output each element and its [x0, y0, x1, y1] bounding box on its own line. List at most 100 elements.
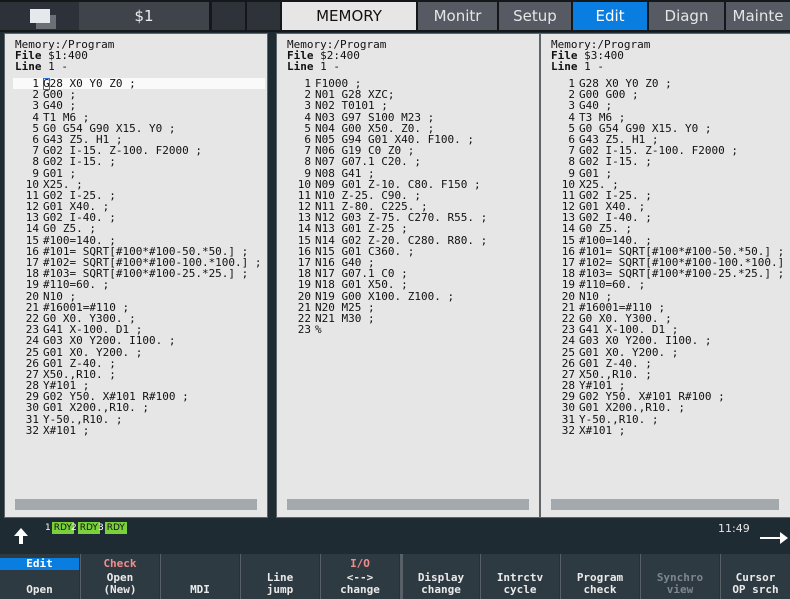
program-line[interactable]: 25 G01 X0. Y200. ;: [545, 345, 790, 359]
line-row: Line 1 -: [551, 60, 604, 73]
program-line[interactable]: 3 G40 ;: [9, 100, 262, 111]
line-code: X#101 ;: [579, 423, 626, 437]
menu-open-new-button[interactable]: Check Open (New): [80, 554, 159, 599]
program-lines[interactable]: 1 G28 X0 Y0 Z0 ; 2 G00 ; 3 G40 ; 4 T1 M6 ; 5 G0 G…: [9, 78, 262, 436]
horizontal-scrollbar[interactable]: [15, 499, 257, 510]
system-name: $1: [79, 2, 209, 30]
program-line[interactable]: 21 N20 M25 ;: [281, 302, 487, 313]
line-number: 30: [561, 401, 575, 415]
line-code: N08 G41 ;: [315, 166, 375, 180]
line-code: G02 I-15. ;: [579, 155, 652, 169]
menu-open-button[interactable]: Edit Open: [0, 554, 79, 599]
program-line[interactable]: 3 G40 ;: [545, 100, 790, 111]
tab-maintenance[interactable]: Mainte: [726, 2, 790, 30]
rdy-indicator: 2 RDY: [71, 522, 100, 534]
line-number: 9: [32, 166, 39, 180]
program-line[interactable]: 32 X#101 ;: [545, 425, 790, 436]
menu-program-check-button[interactable]: Program check: [560, 554, 639, 599]
tab-setup[interactable]: Setup: [499, 2, 571, 30]
program-line[interactable]: 19 N18 G01 X50. ;: [281, 279, 487, 290]
line-row: Line 1 -: [15, 60, 68, 73]
line-number: 14: [561, 222, 575, 236]
tab-diagnosis[interactable]: Diagn: [649, 2, 724, 30]
horizontal-scrollbar[interactable]: [287, 499, 529, 510]
line-code: N02 T0101 ;: [315, 99, 388, 113]
program-lines[interactable]: 1 F1000 ; 2 N01 G28 XZC; 3 N02 T0101 ; 4 N03 G9…: [281, 78, 487, 335]
program-line[interactable]: 19 #110=60. ;: [9, 279, 262, 290]
line-number: 3: [568, 99, 575, 113]
program-lines[interactable]: 1 G28 X0 Y0 Z0 ; 2 G00 G00 ; 3 G40 ; 4 T3 M6 ; 5…: [545, 78, 790, 436]
line-number: 19: [561, 278, 575, 292]
line-code: G03 X0 Y200. I100. ;: [43, 334, 176, 348]
line-code: G01 ;: [579, 166, 613, 180]
line-number: 32: [25, 423, 39, 437]
program-line[interactable]: 8 G02 I-15. ;: [545, 156, 790, 167]
line-code: G40 ;: [43, 99, 77, 113]
line-number: 14: [297, 222, 311, 236]
program-line[interactable]: 9 G01 ;: [9, 166, 262, 180]
program-line[interactable]: 30 G01 X200.,R10. ;: [9, 402, 262, 413]
program-line[interactable]: 22 N21 M30 ;: [281, 313, 487, 324]
line-number: 32: [561, 423, 575, 437]
line-row: Line 1 -: [287, 60, 340, 73]
line-code: G01 X200.,R10. ;: [579, 401, 685, 415]
program-panel-2[interactable]: Memory:/Program File $2:400 Line 1 - 1 F1…: [276, 33, 540, 518]
program-line[interactable]: 14 G0 Z5. ;: [9, 223, 262, 234]
line-code: X#101 ;: [43, 423, 90, 437]
right-arrow-icon[interactable]: [760, 531, 788, 545]
status-slot: [212, 2, 245, 30]
operation-mode: MEMORY: [282, 2, 416, 30]
tab-edit[interactable]: Edit: [573, 2, 647, 30]
program-line[interactable]: 16 N15 G01 C360. ;: [281, 246, 487, 257]
line-code: G01 X200.,R10. ;: [43, 401, 149, 415]
rdy-indicator: 3 RDY: [98, 522, 127, 534]
line-number: 14: [25, 222, 39, 236]
program-line[interactable]: 14 N13 G01 Z-25 ;: [281, 223, 487, 234]
program-line[interactable]: 14 G0 Z5. ;: [545, 223, 790, 234]
menu-display-change-button[interactable]: Display change: [400, 554, 479, 599]
line-number: 19: [297, 278, 311, 292]
line-code: G01 X0. Y200. ;: [579, 345, 679, 359]
program-line[interactable]: 19 #110=60. ;: [545, 279, 790, 290]
program-line[interactable]: 20 N19 G00 X100. Z100. ;: [281, 290, 487, 302]
program-line[interactable]: 24 G03 X0 Y200. I100. ;: [9, 335, 262, 346]
menu-line-jump-button[interactable]: Line jump: [240, 554, 319, 599]
program-panel-3[interactable]: Memory:/Program File $3:400 Line 1 - 1 G2…: [540, 33, 790, 518]
menu-io-change-button[interactable]: I/O <--> change: [320, 554, 399, 599]
program-line[interactable]: 8 N07 G07.1 C20. ;: [281, 156, 487, 167]
program-line[interactable]: 8 G02 I-15. ;: [9, 156, 262, 167]
program-line[interactable]: 24 G03 X0 Y200. I100. ;: [545, 335, 790, 346]
program-panel-1[interactable]: Memory:/Program File $1:400 Line 1 - 1 G2…: [4, 33, 268, 518]
up-arrow-icon[interactable]: [12, 527, 30, 545]
line-number: 8: [304, 155, 311, 169]
line-code: N21 M30 ;: [315, 311, 375, 325]
line-number: 24: [25, 334, 39, 348]
line-code: G02 I-15. ;: [43, 155, 116, 169]
line-number: 3: [32, 99, 39, 113]
program-line[interactable]: 32 X#101 ;: [9, 425, 262, 436]
program-line[interactable]: 9 G01 ;: [545, 166, 790, 180]
status-slot: [247, 2, 280, 30]
tab-monitor[interactable]: Monitr: [418, 2, 497, 30]
line-number: 9: [568, 166, 575, 180]
logo-icon: [0, 2, 79, 30]
line-code: G0 Z5. ;: [579, 222, 632, 236]
menu-interactive-cycle-button[interactable]: Intrctv cycle: [480, 554, 559, 599]
program-line[interactable]: 3 N02 T0101 ;: [281, 100, 487, 111]
line-code: G0 Z5. ;: [43, 222, 96, 236]
line-number: 30: [25, 401, 39, 415]
program-line[interactable]: 23%: [281, 324, 487, 335]
line-number: 23: [297, 323, 311, 337]
menu-synchro-view-button[interactable]: Synchro view: [640, 554, 719, 599]
horizontal-scrollbar[interactable]: [551, 499, 779, 510]
line-number: 25: [561, 345, 575, 359]
program-line[interactable]: 25 G01 X0. Y200. ;: [9, 346, 262, 358]
program-line[interactable]: 9 N08 G41 ;: [281, 166, 487, 180]
line-code: #110=60. ;: [43, 278, 110, 292]
menu-mdi-button[interactable]: MDI: [160, 554, 239, 599]
program-line[interactable]: 30 G01 X200.,R10. ;: [545, 402, 790, 413]
menu-cursor-op-search-button[interactable]: Cursor OP srch: [720, 554, 790, 599]
line-number: 24: [561, 334, 575, 348]
line-code: G40 ;: [579, 99, 613, 113]
line-code: N07 G07.1 C20. ;: [315, 155, 421, 169]
